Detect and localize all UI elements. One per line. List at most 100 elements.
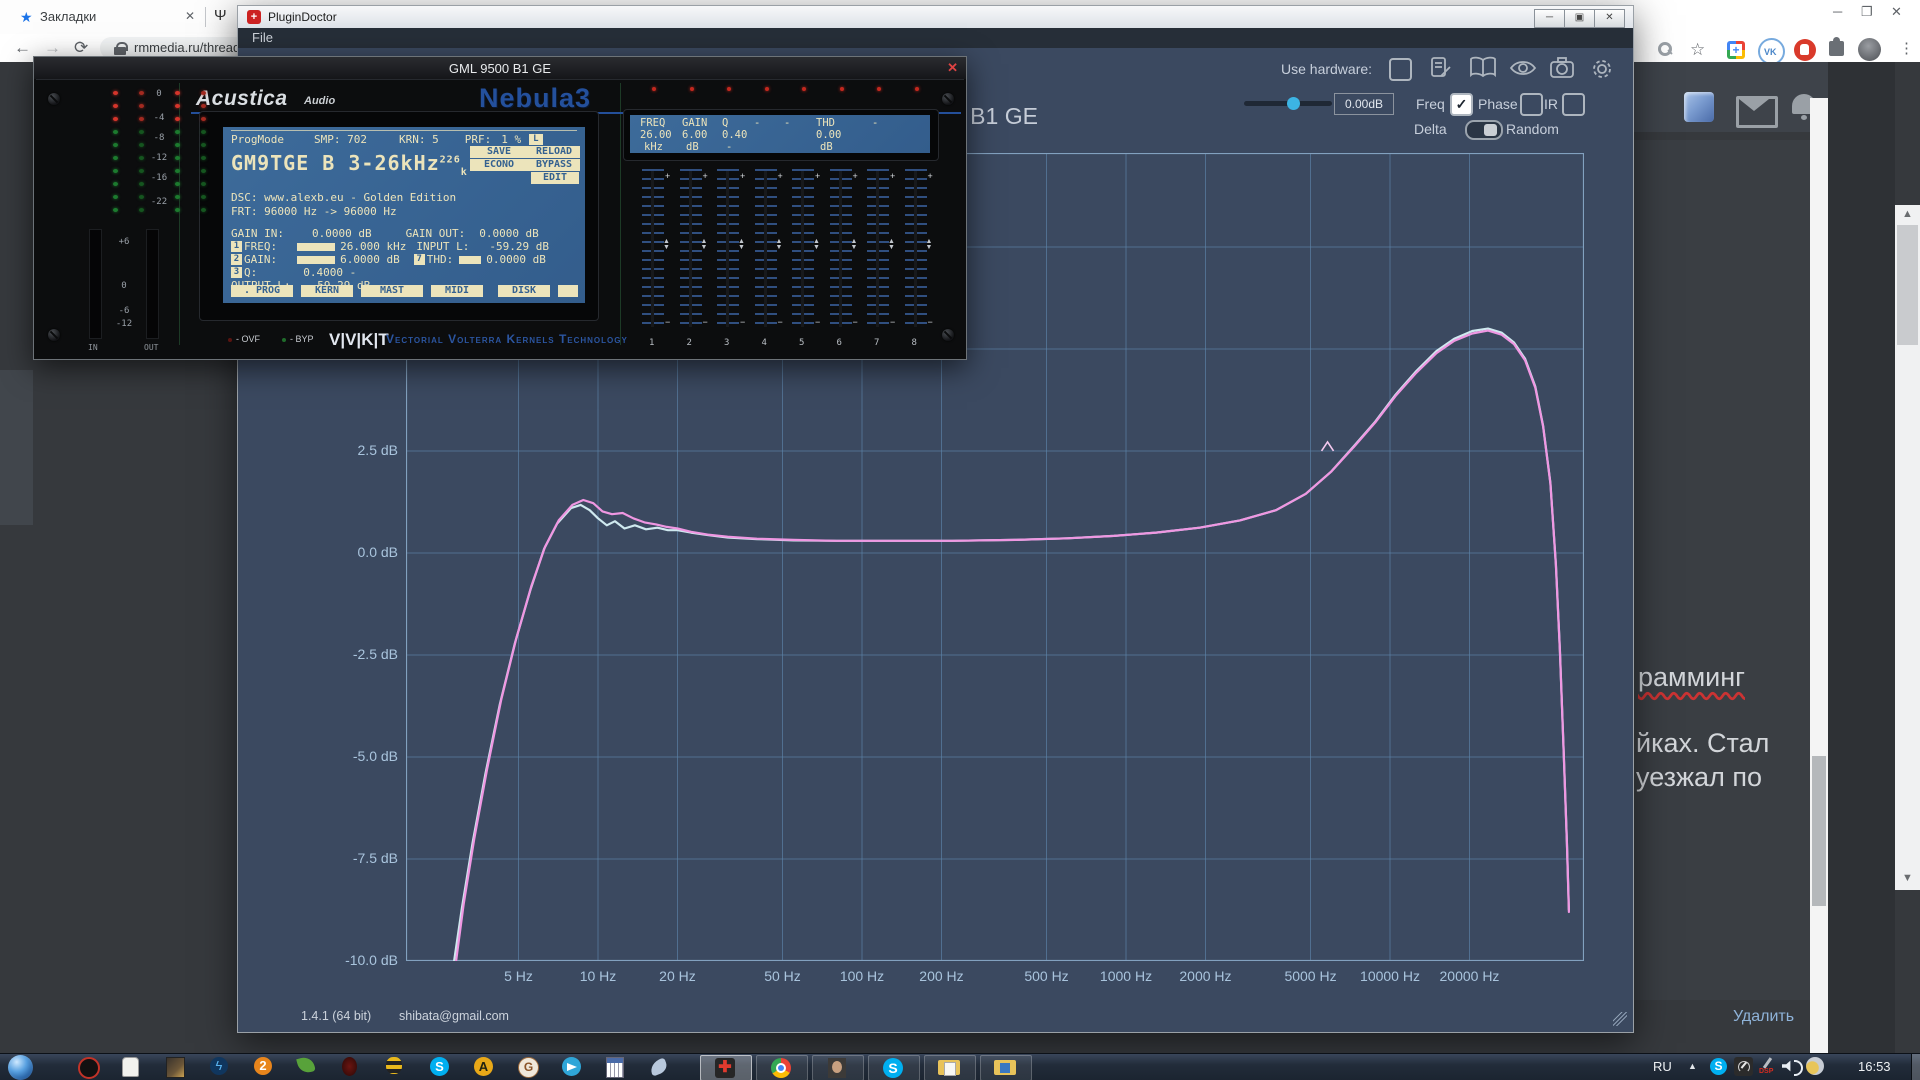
pointer-app-icon[interactable] [122,1057,146,1077]
guitarpro-app-icon[interactable]: G [518,1057,542,1077]
gain-slider-thumb[interactable] [1287,97,1300,110]
delete-link[interactable]: Удалить [1733,1008,1794,1026]
output-fader[interactable] [146,229,159,339]
lcd-bottom-button-kern[interactable]: KERN [301,285,353,297]
clock[interactable]: 16:53 [1858,1059,1891,1074]
lcd-bottom-button-disk[interactable]: DISK [498,285,550,297]
fader-track[interactable] [801,171,804,327]
fader-spinner[interactable]: ▲▼ [813,239,820,251]
fader-track[interactable] [764,171,767,327]
tray-gauge-icon[interactable] [1734,1057,1753,1076]
back-icon[interactable]: ← [14,38,31,58]
aimp-app-icon[interactable]: A [474,1057,498,1077]
nebula-titlebar[interactable]: GML 9500 B1 GE ✕ [34,57,966,79]
dolphin-app-icon[interactable] [650,1057,674,1077]
fader-spinner[interactable]: ▲▼ [926,239,933,251]
language-indicator[interactable]: RU [1653,1059,1672,1074]
photo-taskbar-button[interactable] [812,1055,864,1080]
fader-spinner[interactable]: ▲▼ [738,239,745,251]
lcd-button-edit[interactable]: EDIT [531,172,579,184]
tab-close-icon[interactable]: ✕ [185,9,195,23]
pd-minimize-button[interactable]: ─ [1534,9,1565,28]
telegram-app-icon[interactable] [562,1057,586,1077]
freq-checkbox[interactable]: ✓ [1450,93,1473,116]
inner-scrollbar-thumb[interactable] [1812,756,1826,906]
lcd-bottom-button-midi[interactable]: MIDI [431,285,483,297]
folder-copy-taskbar-button[interactable] [924,1055,976,1080]
nebula-close-icon[interactable]: ✕ [947,60,958,76]
fader-track[interactable] [914,171,917,327]
lcd-screen[interactable]: ProgModeSMP: 702KRN: 5PRF:1 %L GM9TGE B … [223,127,585,303]
fader-track[interactable] [726,171,729,327]
zoom-icon[interactable] [1658,42,1669,53]
lightning-app-icon[interactable]: ϟ [210,1057,234,1077]
window-minimize-icon[interactable]: ─ [1833,4,1842,19]
page-scrollbar-thumb[interactable] [1897,225,1918,345]
lcd-value-bar[interactable] [297,256,335,264]
lcd-button-bypass[interactable]: BYPASS [528,159,580,171]
leaf-app-icon[interactable] [298,1057,322,1077]
record-app-icon[interactable] [78,1057,102,1077]
vk-extension-icon[interactable]: VK [1758,38,1785,65]
lcd-bottom-button-mast[interactable]: MAST [361,285,423,297]
bee-app-icon[interactable] [386,1057,410,1077]
menu-file[interactable]: File [252,30,273,45]
folder-save-taskbar-button[interactable] [980,1055,1032,1080]
lcd-chip[interactable]: L [529,134,542,145]
manual-book-icon[interactable] [1469,56,1497,80]
forum-logo-cube-icon[interactable] [1684,92,1714,122]
input-fader[interactable] [89,229,102,339]
fader-spinner[interactable]: ▲▼ [701,239,708,251]
inner-scrollbar-track[interactable] [1810,98,1828,1053]
fader-spinner[interactable]: ▲▼ [851,239,858,251]
window-close-icon[interactable]: ✕ [1891,4,1902,20]
tray-volume-icon[interactable] [1782,1057,1802,1075]
lcd-value-bar[interactable] [459,256,481,264]
skype-taskbar-button[interactable]: S [868,1055,920,1080]
adblock-hand-icon[interactable] [1794,39,1816,61]
calculator-app-icon[interactable] [606,1057,630,1077]
skype-app-icon[interactable]: S [430,1057,454,1077]
fader-track[interactable] [651,171,654,327]
tray-expand-icon[interactable]: ▲ [1688,1061,1697,1071]
start-button[interactable] [8,1055,33,1080]
shell-app-icon[interactable] [342,1057,366,1077]
show-desktop-button[interactable] [1911,1054,1920,1080]
resize-grip[interactable] [1613,1012,1627,1026]
camera-icon[interactable] [1549,56,1575,80]
lcd-button-save[interactable]: SAVE [470,146,528,158]
fader-spinner[interactable]: ▲▼ [776,239,783,251]
tray-dsp-icon[interactable]: DSP [1758,1056,1778,1076]
plugindoctor-taskbar-button[interactable]: ✚ [700,1055,752,1080]
pd-close-button[interactable]: ✕ [1594,9,1625,28]
browser-menu-dots-icon[interactable]: ⋮ [1899,39,1914,57]
notes-edit-icon[interactable] [1429,56,1453,80]
google-plus-extension-icon[interactable]: + [1727,41,1745,59]
delta-random-toggle[interactable] [1465,120,1503,140]
numeral2-app-icon[interactable]: 2 [254,1057,278,1077]
fader-spinner[interactable]: ▲▼ [663,239,670,251]
tray-weather-moon-icon[interactable] [1806,1057,1824,1075]
lcd-button-econo[interactable]: ECONO [470,159,528,171]
pd-maximize-button[interactable]: ▣ [1564,9,1595,28]
window-restore-icon[interactable]: ❐ [1861,4,1873,20]
fader-spinner[interactable]: ▲▼ [888,239,895,251]
chrome-taskbar-button[interactable] [756,1055,808,1080]
tab2-favicon-icon[interactable]: Ψ [214,7,227,24]
ir-checkbox[interactable] [1562,93,1585,116]
lcd-button-reload[interactable]: RELOAD [528,146,580,158]
plugindoctor-titlebar[interactable]: + PluginDoctor ─ ▣ ✕ [238,6,1633,28]
settings-gear-icon[interactable] [1589,56,1615,82]
lcd-value-bar[interactable] [297,243,335,251]
phase-checkbox[interactable] [1520,93,1543,116]
picture-app-icon[interactable] [166,1057,190,1077]
eye-icon[interactable] [1509,56,1537,80]
profile-avatar[interactable] [1858,38,1881,61]
scroll-down-icon[interactable]: ▼ [1902,872,1913,884]
tab-bookmarks[interactable]: Закладки [40,9,96,24]
bookmark-this-star-icon[interactable]: ☆ [1690,40,1705,60]
reload-icon[interactable]: ⟳ [74,38,88,58]
lcd-bottom-button-prog[interactable]: . PROG [231,285,293,297]
lcd-bottom-button-blank[interactable] [558,285,578,297]
extensions-puzzle-icon[interactable] [1829,41,1844,56]
